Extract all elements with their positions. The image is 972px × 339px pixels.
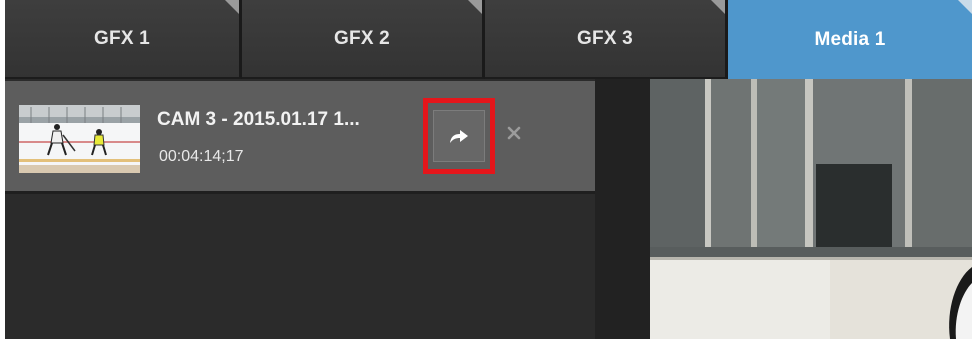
- send-to-output-button[interactable]: [433, 110, 485, 162]
- tab-label: GFX 2: [334, 27, 390, 49]
- media-title: CAM 3 - 2015.01.17 1...: [157, 109, 360, 130]
- video-preview: [650, 79, 972, 339]
- remove-item-button[interactable]: [503, 122, 525, 144]
- tab-label: GFX 1: [94, 27, 150, 49]
- tab-label: Media 1: [814, 28, 886, 50]
- media-panel-window: GFX 1 GFX 2 GFX 3 Media 1 CAM 3 - 2015.0…: [5, 0, 972, 339]
- tab-bar: GFX 1 GFX 2 GFX 3 Media 1: [5, 0, 972, 79]
- tab-corner-indicator: [958, 0, 972, 14]
- tab-gfx-2[interactable]: GFX 2: [242, 0, 485, 79]
- panel-divider: [595, 79, 650, 339]
- close-icon: [507, 126, 521, 140]
- media-duration: 00:04:14;17: [159, 148, 244, 165]
- tab-corner-indicator: [711, 0, 725, 14]
- list-item[interactable]: CAM 3 - 2015.01.17 1... 00:04:14;17: [5, 81, 595, 194]
- tab-media-1[interactable]: Media 1: [728, 0, 972, 79]
- tab-corner-indicator: [225, 0, 239, 14]
- thumbnail-image: [19, 105, 140, 173]
- media-list: CAM 3 - 2015.01.17 1... 00:04:14;17: [5, 79, 595, 339]
- tab-gfx-3[interactable]: GFX 3: [485, 0, 728, 79]
- tab-label: GFX 3: [577, 27, 633, 49]
- tab-corner-indicator: [468, 0, 482, 14]
- send-arrow-icon: [450, 130, 468, 143]
- tab-gfx-1[interactable]: GFX 1: [5, 0, 242, 79]
